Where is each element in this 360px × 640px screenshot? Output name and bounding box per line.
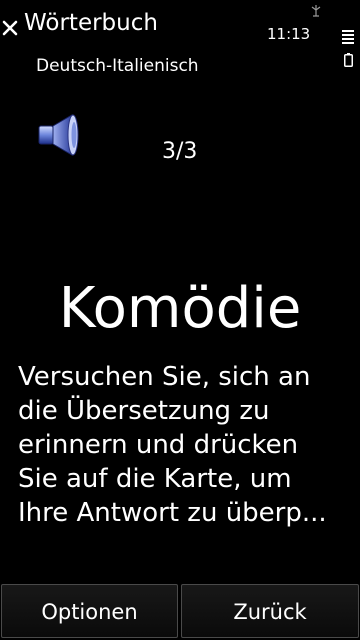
- close-icon[interactable]: [2, 20, 18, 36]
- hint-line: Sie auf die Karte, um: [18, 464, 292, 494]
- title-bar: Wörterbuch 11:13: [0, 0, 360, 67]
- antenna-icon: [311, 5, 321, 17]
- softkey-bar: Optionen Zurück: [0, 584, 360, 640]
- speaker-icon[interactable]: [36, 110, 86, 160]
- signal-icon: [342, 30, 354, 44]
- hint-line: Versuchen Sie, sich an: [18, 362, 311, 392]
- hint-line: die Übersetzung zu: [18, 396, 270, 426]
- dictionary-name: Deutsch-Italienisch: [36, 56, 199, 76]
- battery-icon: [344, 53, 353, 67]
- hint-line: erinnern und drücken: [18, 430, 299, 460]
- card-hint[interactable]: Versuchen Sie, sich an die Übersetzung z…: [18, 360, 344, 530]
- app-title: Wörterbuch: [24, 10, 158, 36]
- clock: 11:13: [267, 25, 311, 43]
- card-counter: 3/3: [162, 139, 198, 164]
- hint-line: Ihre Antwort zu überp...: [18, 498, 327, 528]
- options-button[interactable]: Optionen: [1, 584, 178, 638]
- back-button[interactable]: Zurück: [181, 584, 359, 638]
- card-word[interactable]: Komödie: [0, 276, 360, 342]
